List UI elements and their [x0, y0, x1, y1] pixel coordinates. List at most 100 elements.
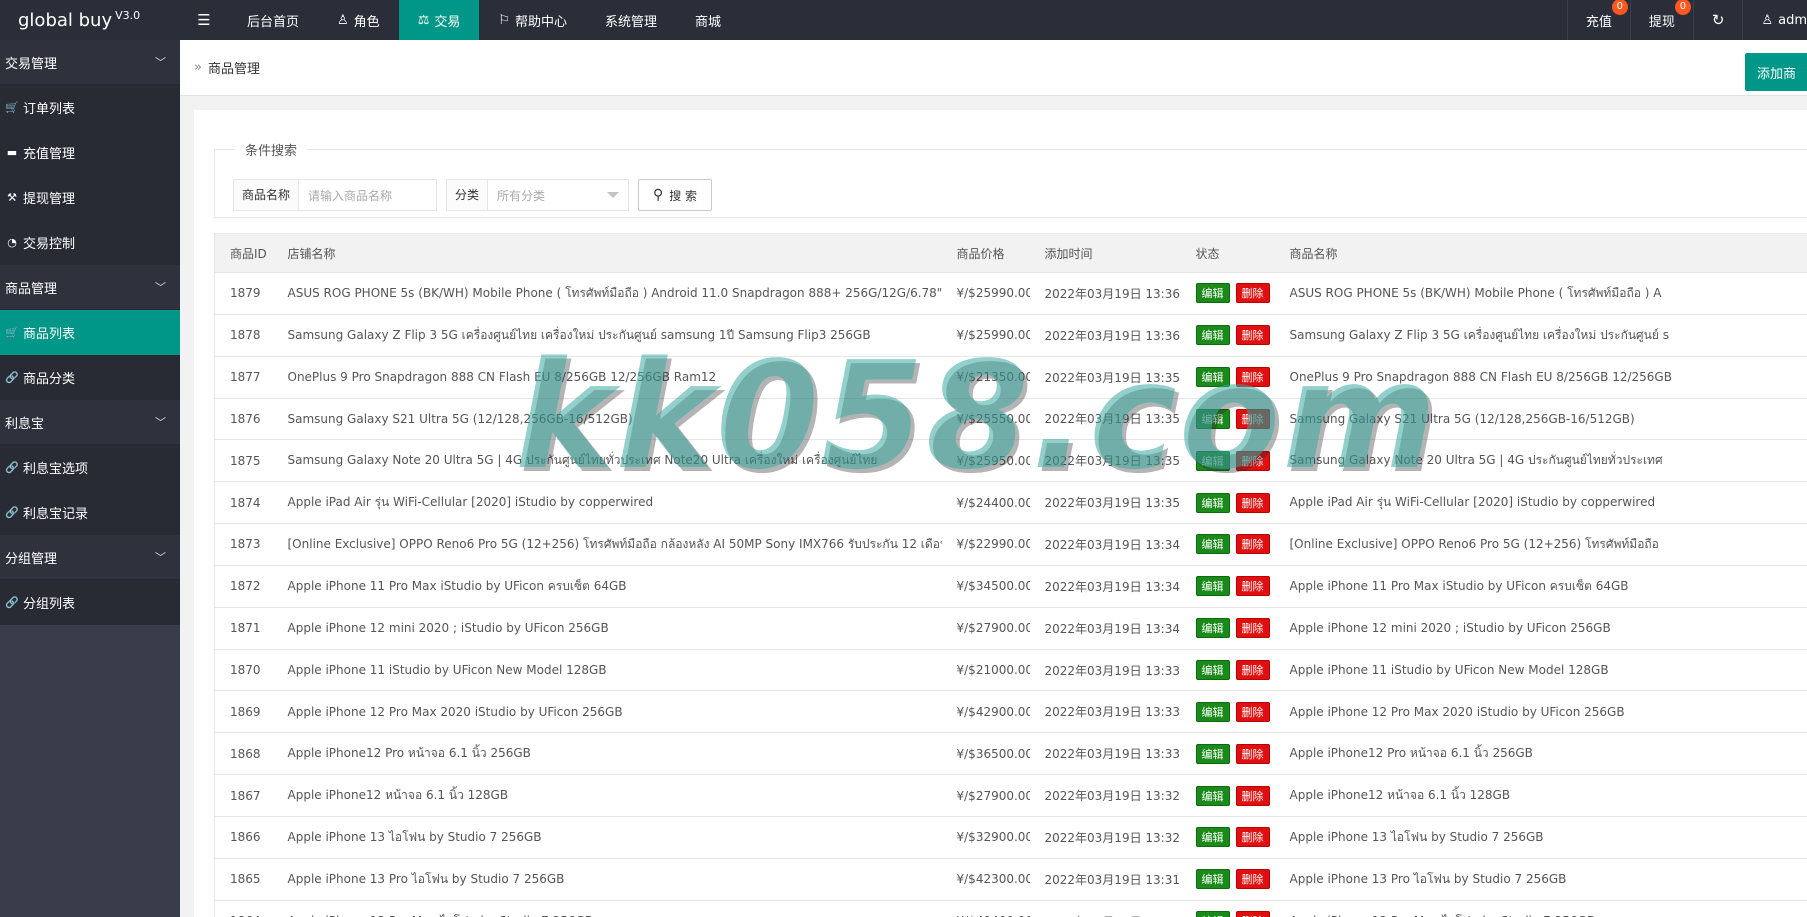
cell-id: 1872 [214, 565, 273, 608]
nav-trade[interactable]: ⚖ 交易 [398, 0, 480, 40]
add-goods-button[interactable]: 添加商 [1745, 53, 1807, 91]
edit-button[interactable]: 编辑 [1195, 869, 1230, 890]
sidebar-toggle-button[interactable]: ☰ [180, 0, 228, 40]
chevron-down-icon[interactable] [607, 192, 619, 198]
search-button-label: 搜 索 [669, 188, 698, 203]
cell-id: 1865 [214, 858, 273, 901]
search-button[interactable]: ⚲ 搜 索 [638, 179, 712, 211]
sidebar-group-trade[interactable]: 交易管理 ﹀ [0, 40, 180, 85]
cell-time: 2022年03月19日 13:35:37 [1029, 398, 1181, 441]
cell-status: 编辑删除 [1180, 439, 1275, 483]
edit-button[interactable]: 编辑 [1195, 325, 1230, 346]
cell-status: 编辑删除 [1180, 523, 1275, 566]
sidebar-item-withdraw[interactable]: ⚒ 提现管理 [0, 175, 180, 220]
nav-mall[interactable]: 商城 [676, 0, 740, 40]
sidebar-item-group-list[interactable]: 🔗 分组列表 [0, 580, 180, 625]
edit-button[interactable]: 编辑 [1195, 618, 1230, 639]
cell-shop: Apple iPad Air รุ่น WiFi-Cellular [2020]… [272, 481, 942, 525]
sidebar-item-trade-control[interactable]: ◔ 交易控制 [0, 220, 180, 265]
table-row: 1879 ASUS ROG PHONE 5s (BK/WH) Mobile Pho… [214, 272, 1807, 315]
edit-button[interactable]: 编辑 [1195, 283, 1230, 304]
edit-button[interactable]: 编辑 [1195, 450, 1230, 471]
delete-button[interactable]: 删除 [1235, 576, 1270, 597]
recharge-button[interactable]: 充值 0 [1566, 0, 1630, 40]
search-fieldset: 条件搜索 商品名称 请输入商品名称 分类 所有分类 ⚲ 搜 索 [214, 140, 1807, 218]
refresh-button[interactable]: ↻ [1692, 0, 1743, 40]
sidebar-group-interest[interactable]: 利息宝 ﹀ [0, 400, 180, 445]
col-header-status: 状态 [1180, 233, 1275, 273]
edit-button[interactable]: 编辑 [1195, 534, 1230, 555]
cell-status: 编辑删除 [1180, 565, 1275, 608]
edit-button[interactable]: 编辑 [1195, 743, 1230, 764]
nav-mall-label: 商城 [695, 14, 722, 30]
delete-button[interactable]: 删除 [1235, 869, 1270, 890]
cell-price: ¥/$27900.00 [941, 607, 1030, 650]
delete-button[interactable]: 删除 [1235, 283, 1270, 304]
nav-home[interactable]: 后台首页 [228, 0, 318, 40]
category-select[interactable]: 所有分类 [488, 187, 607, 204]
chevron-down-icon: ﹀ [155, 416, 166, 429]
nav-system[interactable]: 系统管理 [586, 0, 676, 40]
edit-button[interactable]: 编辑 [1195, 785, 1230, 806]
cell-time: 2022年03月19日 13:30:40 [1029, 900, 1181, 917]
sidebar-group-goods[interactable]: 商品管理 ﹀ [0, 265, 180, 310]
sidebar-item-orders[interactable]: 🛒 订单列表 [0, 85, 180, 130]
cell-time: 2022年03月19日 13:35:00 [1029, 481, 1181, 525]
withdraw-button[interactable]: 提现 0 [1629, 0, 1693, 40]
cell-status: 编辑删除 [1180, 272, 1275, 315]
sidebar-group-label: 利息宝 [5, 416, 45, 432]
delete-button[interactable]: 删除 [1235, 534, 1270, 555]
delete-button[interactable]: 删除 [1235, 325, 1270, 346]
delete-button[interactable]: 删除 [1235, 743, 1270, 764]
table-row: 1871 Apple iPhone 12 mini 2020 ; iStudio … [214, 607, 1807, 650]
delete-button[interactable]: 删除 [1235, 785, 1270, 806]
edit-button[interactable]: 编辑 [1195, 660, 1230, 681]
edit-button[interactable]: 编辑 [1195, 408, 1230, 429]
sidebar-group-groups[interactable]: 分组管理 ﹀ [0, 535, 180, 580]
sidebar-item-goods-category[interactable]: 🔗 商品分类 [0, 355, 180, 400]
sidebar-item-goods-list[interactable]: 🛒 商品列表 [0, 310, 180, 355]
table-row: 1874 Apple iPad Air รุ่น WiFi-Cellular [2… [214, 481, 1807, 525]
cell-time: 2022年03月19日 13:34:03 [1029, 607, 1181, 650]
cell-status: 编辑删除 [1180, 690, 1275, 734]
delete-button[interactable]: 删除 [1235, 450, 1270, 471]
edit-button[interactable]: 编辑 [1195, 576, 1230, 597]
sidebar-item-label: 分组列表 [23, 597, 76, 612]
breadcrumb-current[interactable]: 商品管理 [208, 58, 260, 77]
delete-button[interactable]: 删除 [1235, 911, 1270, 917]
cell-id: 1871 [214, 607, 273, 650]
cell-name: Apple iPhone12 หน้าจอ 6.1 นิ้ว 128GB [1274, 774, 1807, 817]
edit-button[interactable]: 编辑 [1195, 911, 1230, 917]
chevron-down-icon: ﹀ [155, 56, 166, 69]
app-logo[interactable]: global buy V3.0 [0, 0, 180, 40]
main-panel: 条件搜索 商品名称 请输入商品名称 分类 所有分类 ⚲ 搜 索 商品ID 店铺名称… [194, 110, 1807, 917]
cell-name: Apple iPhone 12 mini 2020 ; iStudio by U… [1274, 607, 1807, 650]
cell-time: 2022年03月19日 13:34:21 [1029, 565, 1181, 608]
sidebar-group-label: 商品管理 [5, 281, 58, 297]
col-header-name: 商品名称 [1274, 233, 1807, 273]
delete-button[interactable]: 删除 [1235, 367, 1270, 388]
sidebar-item-interest-records[interactable]: 🔗 利息宝记录 [0, 490, 180, 535]
cell-shop: Apple iPhone 11 Pro Max iStudio by UFico… [272, 565, 942, 608]
nav-home-label: 后台首页 [247, 14, 300, 30]
edit-button[interactable]: 编辑 [1195, 827, 1230, 848]
delete-button[interactable]: 删除 [1235, 660, 1270, 681]
nav-help[interactable]: ⚐ 帮助中心 [479, 0, 586, 40]
nav-role[interactable]: ♙ 角色 [318, 0, 399, 40]
app-title: global buy [18, 9, 113, 31]
cell-time: 2022年03月19日 13:36:37 [1029, 272, 1181, 315]
cell-shop: Samsung Galaxy S21 Ultra 5G (12/128,256G… [272, 398, 942, 441]
edit-button[interactable]: 编辑 [1195, 701, 1230, 722]
sidebar-item-interest-options[interactable]: 🔗 利息宝选项 [0, 445, 180, 490]
cell-shop: Apple iPhone 13 Pro ไอโฟน by Studio 7 25… [272, 858, 942, 901]
edit-button[interactable]: 编辑 [1195, 492, 1230, 513]
delete-button[interactable]: 删除 [1235, 618, 1270, 639]
goods-name-input[interactable]: 请输入商品名称 [299, 187, 436, 204]
delete-button[interactable]: 删除 [1235, 408, 1270, 429]
delete-button[interactable]: 删除 [1235, 701, 1270, 722]
edit-button[interactable]: 编辑 [1195, 367, 1230, 388]
delete-button[interactable]: 删除 [1235, 492, 1270, 513]
user-menu[interactable]: ♙ adm [1742, 0, 1807, 40]
sidebar-item-recharge[interactable]: ▬ 充值管理 [0, 130, 180, 175]
delete-button[interactable]: 删除 [1235, 827, 1270, 848]
